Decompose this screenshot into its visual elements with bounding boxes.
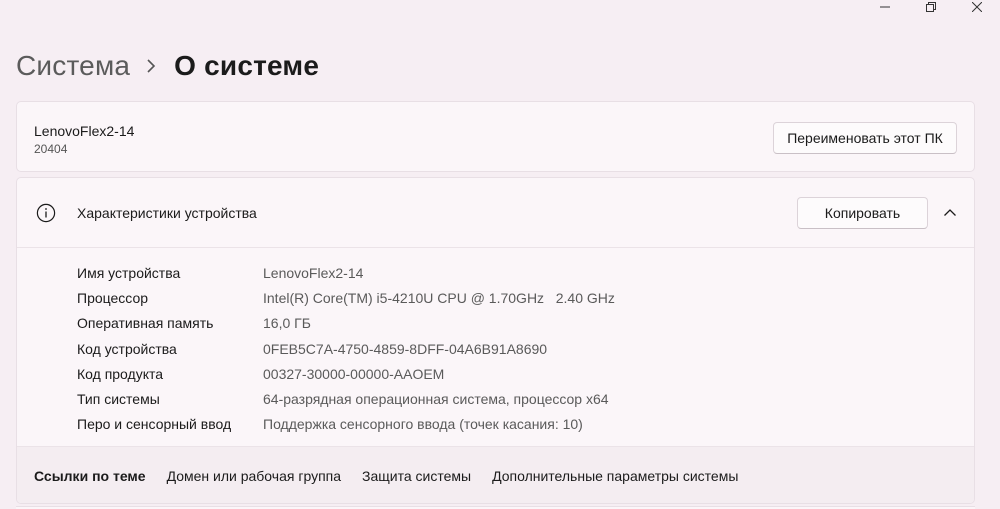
spec-row-memory: Оперативная память 16,0 ГБ xyxy=(77,311,615,336)
spec-row-product-id: Код продукта 00327-30000-00000-AAOEM xyxy=(77,361,615,386)
spec-value: 16,0 ГБ xyxy=(263,315,311,332)
spec-label: Перо и сенсорный ввод xyxy=(77,416,232,433)
spec-row-system-type: Тип системы 64-разрядная операционная си… xyxy=(77,386,615,411)
close-button[interactable] xyxy=(954,0,1000,14)
link-domain-workgroup[interactable]: Домен или рабочая группа xyxy=(167,468,341,484)
spec-value: Intel(R) Core(TM) i5-4210U CPU @ 1.70GHz… xyxy=(263,289,615,306)
spec-row-pen-touch: Перо и сенсорный ввод Поддержка сенсорно… xyxy=(77,412,615,437)
spec-row-device-id: Код устройства 0FEB5C7A-4750-4859-8DFF-0… xyxy=(77,336,615,361)
breadcrumb: Система О системе xyxy=(16,46,319,86)
page-title: О системе xyxy=(174,50,320,81)
minimize-icon xyxy=(880,6,890,8)
spec-label: Оперативная память xyxy=(77,315,214,332)
device-name-card: LenovoFlex2-14 20404 Переименовать этот … xyxy=(16,101,975,172)
chevron-right-icon xyxy=(146,59,156,73)
spec-value: 0FEB5C7A-4750-4859-8DFF-04A6B91A8690 xyxy=(263,340,548,357)
spec-label: Тип системы xyxy=(77,391,160,408)
related-links-bar: Ссылки по теме Домен или рабочая группа … xyxy=(17,446,974,503)
spec-label: Код устройства xyxy=(77,340,177,357)
spec-value: Поддержка сенсорного ввода (точек касани… xyxy=(263,416,583,433)
copy-button[interactable]: Копировать xyxy=(797,197,928,229)
device-model: 20404 xyxy=(34,142,68,156)
chevron-up-icon[interactable] xyxy=(943,206,957,220)
spec-label: Имя устройства xyxy=(77,264,181,281)
minimize-button[interactable] xyxy=(862,0,908,14)
spec-value: LenovoFlex2-14 xyxy=(263,264,364,281)
device-name: LenovoFlex2-14 xyxy=(34,123,135,139)
spec-row-processor: Процессор Intel(R) Core(TM) i5-4210U CPU… xyxy=(77,285,615,310)
close-icon xyxy=(972,2,982,12)
settings-window: Система О системе LenovoFlex2-14 20404 П… xyxy=(0,0,1000,509)
device-specs-header[interactable]: Характеристики устройства Копировать xyxy=(17,178,974,248)
link-advanced-system-settings[interactable]: Дополнительные параметры системы xyxy=(492,468,738,484)
window-controls xyxy=(862,0,1000,14)
info-icon xyxy=(36,203,56,223)
related-links-title: Ссылки по теме xyxy=(34,467,146,484)
breadcrumb-parent-system[interactable]: Система xyxy=(16,50,130,82)
link-system-protection[interactable]: Защита системы xyxy=(362,468,471,484)
spec-value: 64-разрядная операционная система, проце… xyxy=(263,391,609,408)
spec-value: 00327-30000-00000-AAOEM xyxy=(263,365,445,382)
device-specs-title: Характеристики устройства xyxy=(77,205,257,221)
restore-icon xyxy=(926,2,936,12)
specs-list: Имя устройства LenovoFlex2-14 Процессор … xyxy=(77,260,615,437)
spec-row-device-name: Имя устройства LenovoFlex2-14 xyxy=(77,260,615,285)
restore-button[interactable] xyxy=(908,0,954,14)
device-specs-card: Характеристики устройства Копировать Имя… xyxy=(16,177,975,504)
rename-pc-button[interactable]: Переименовать этот ПК xyxy=(773,122,957,154)
spec-label: Код продукта xyxy=(77,365,164,382)
spec-label: Процессор xyxy=(77,289,149,306)
